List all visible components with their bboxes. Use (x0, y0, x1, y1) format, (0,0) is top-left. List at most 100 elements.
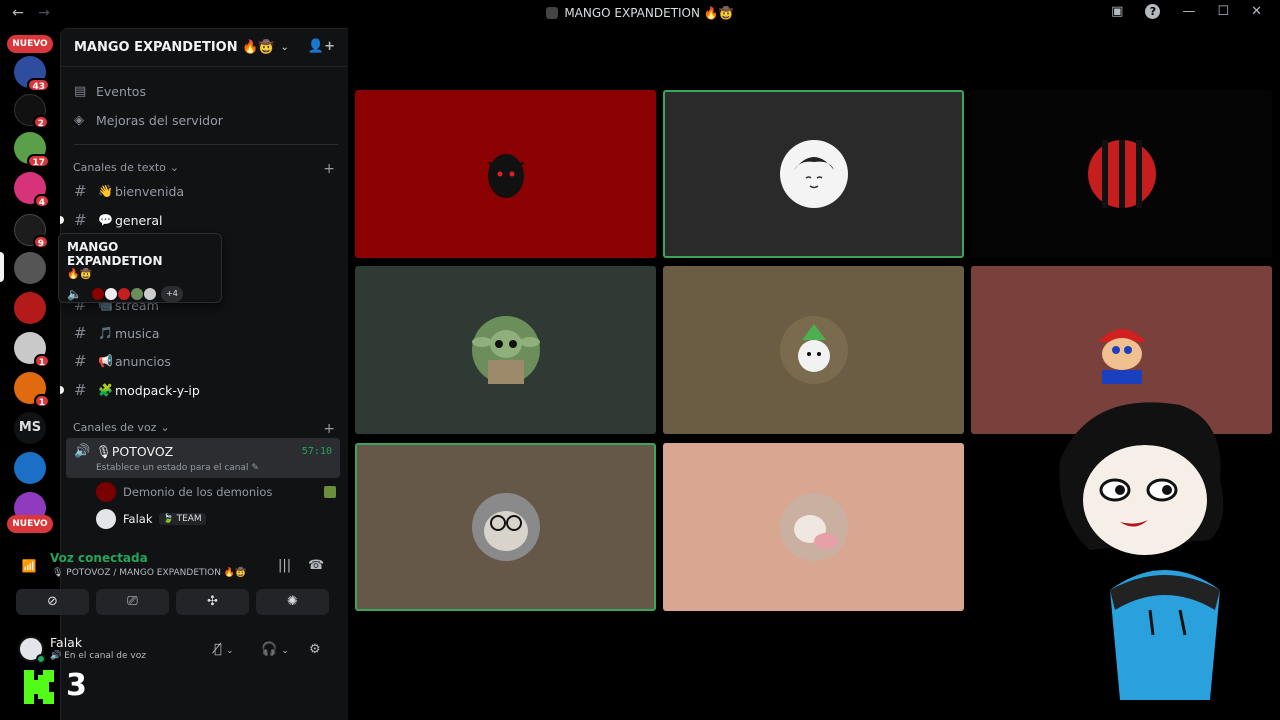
events-label: Eventos (96, 83, 146, 99)
channel-musica[interactable]: # 🎵 musica (74, 321, 340, 345)
participant-avatar (142, 287, 157, 301)
new-badge: NUEVO (7, 35, 53, 53)
server-icon-mango[interactable] (14, 252, 46, 284)
voice-status-prompt[interactable]: Establece un estado para el canal ✎ (96, 463, 259, 473)
gear-icon: ⚙ (309, 642, 321, 657)
mention-badge: 2 (32, 115, 49, 129)
mention-badge: 43 (27, 78, 50, 92)
add-member-icon[interactable]: 👤+ (308, 39, 335, 54)
boosts-link[interactable]: ◈ Mejoras del servidor (74, 108, 342, 132)
voice-connected-label[interactable]: Voz conectada (50, 551, 148, 565)
deafen-button[interactable]: 🎧 ⌄ (261, 642, 289, 657)
voice-category[interactable]: Canales de voz ⌄ + (73, 421, 335, 437)
participant-avatar (116, 287, 131, 301)
channel-emoji: 👋 (98, 184, 113, 198)
mention-badge: 17 (27, 154, 50, 168)
speaker-icon: 🔈 (67, 287, 82, 301)
boost-icon: ◈ (74, 112, 84, 128)
participant-tile-speaking[interactable] (355, 443, 656, 611)
channel-modpack[interactable]: # 🧩 modpack-y-ip (74, 378, 340, 402)
soundboard-button[interactable]: ✺ (256, 589, 329, 615)
voice-channel-potovoz[interactable]: 🔊 🎙POTOVOZ 57:10 Establece un estado par… (66, 438, 340, 478)
maximize-button[interactable]: ☐ (1217, 4, 1229, 19)
connection-signal-icon[interactable]: 📶 (16, 553, 42, 579)
window-title: MANGO EXPANDETION 🔥🤠 (0, 6, 1280, 20)
mute-button[interactable]: 🎙̸ ⌄ (214, 642, 234, 657)
add-voice-channel-icon[interactable]: + (323, 421, 335, 437)
participant-avatar (779, 493, 848, 561)
speaker-icon: 🔊 (74, 444, 91, 459)
add-channel-icon[interactable]: + (323, 161, 335, 177)
voice-location[interactable]: 🎙 POTOVOZ / MANGO EXPANDETION 🔥🤠 (52, 568, 246, 578)
title-bar: ← → MANGO EXPANDETION 🔥🤠 ▣ ? — ☐ ✕ (0, 0, 1280, 28)
boosts-label: Mejoras del servidor (96, 112, 223, 128)
server-icon-ms[interactable]: MS (14, 412, 46, 444)
disconnect-icon[interactable]: ☎ (308, 558, 324, 573)
noise-suppression-icon[interactable]: ||| (278, 558, 291, 573)
server-icon-7[interactable]: 1 (14, 332, 50, 368)
voice-location-text: POTOVOZ / MANGO EXPANDETION 🔥🤠 (66, 568, 247, 578)
channel-general[interactable]: # 💬 general (74, 208, 340, 232)
voice-member[interactable]: Falak 🍃 TEAM (96, 508, 336, 530)
voice-member[interactable]: Demonio de los demonios (96, 481, 336, 503)
participant-avatar (471, 493, 540, 561)
channel-anuncios[interactable]: # 📢 anuncios (74, 349, 340, 373)
channel-name: anuncios (114, 353, 171, 369)
voice-member-name: Demonio de los demonios (123, 485, 273, 499)
close-button[interactable]: ✕ (1251, 4, 1262, 19)
inbox-icon[interactable]: ▣ (1111, 4, 1123, 19)
channel-emoji: 📢 (98, 354, 113, 368)
hash-icon: # (74, 381, 87, 399)
minimize-button[interactable]: — (1182, 4, 1195, 19)
participant-tile-speaking[interactable] (663, 90, 964, 258)
server-icon-1[interactable]: 43 (14, 56, 50, 92)
participant-tile[interactable] (971, 90, 1272, 258)
new-badge-bottom: NUEVO (7, 515, 53, 533)
hash-icon: # (74, 182, 87, 200)
server-icon-8[interactable]: 1 (14, 372, 50, 408)
screen-share-button[interactable]: ⎚ (96, 589, 169, 615)
participant-tile[interactable] (355, 266, 656, 434)
mention-badge: 4 (33, 194, 50, 208)
divider (74, 144, 338, 145)
hash-icon: # (74, 352, 87, 370)
server-icon-3[interactable]: 17 (14, 132, 50, 168)
settings-button[interactable]: ⚙ (309, 642, 321, 657)
vtuber-character-image (1050, 400, 1280, 700)
participant-avatar (471, 140, 540, 208)
speaker-icon: 🔊 (50, 651, 62, 661)
channel-name: modpack-y-ip (114, 382, 200, 398)
help-icon[interactable]: ? (1145, 4, 1161, 19)
mention-badge: 1 (33, 354, 50, 368)
server-icon-4[interactable]: 4 (14, 172, 50, 208)
activities-button[interactable]: ✣ (176, 589, 249, 615)
participant-avatar (90, 287, 105, 301)
participant-tile[interactable] (663, 443, 964, 611)
server-icon-9[interactable] (14, 452, 46, 484)
server-icon-5[interactable]: 9 (14, 214, 49, 249)
hash-icon: # (74, 324, 87, 342)
selected-server-pill (0, 252, 4, 282)
clan-tag-text: TEAM (176, 514, 202, 524)
server-icon-6[interactable] (14, 292, 46, 324)
participant-tile[interactable] (663, 266, 964, 434)
participant-avatar (129, 287, 144, 301)
user-name[interactable]: Falak (50, 635, 82, 650)
participant-avatar (1087, 140, 1156, 208)
calendar-icon: ▤ (74, 83, 87, 99)
channel-emoji: 🎵 (98, 326, 113, 340)
tooltip-title: MANGO EXPANDETION (67, 240, 163, 268)
participant-tile[interactable] (355, 90, 656, 258)
voice-category-label: Canales de voz (73, 421, 157, 434)
guild-header[interactable]: MANGO EXPANDETION 🔥🤠 ⌄ 👤+ (61, 29, 347, 67)
chevron-down-icon: ⌄ (160, 421, 170, 434)
channel-bienvenida[interactable]: # 👋 bienvenida (74, 179, 340, 203)
voice-timer: 57:10 (301, 446, 332, 457)
server-icon-2[interactable]: 2 (14, 94, 49, 129)
channel-emoji: 🧩 (98, 383, 113, 397)
text-category[interactable]: Canales de texto ⌄ + (73, 161, 335, 177)
chevron-down-icon: ⌄ (280, 42, 289, 53)
camera-button[interactable]: ⊘ (16, 589, 89, 615)
camera-off-icon: ⊘ (47, 594, 58, 609)
events-link[interactable]: ▤ Eventos (74, 79, 342, 103)
